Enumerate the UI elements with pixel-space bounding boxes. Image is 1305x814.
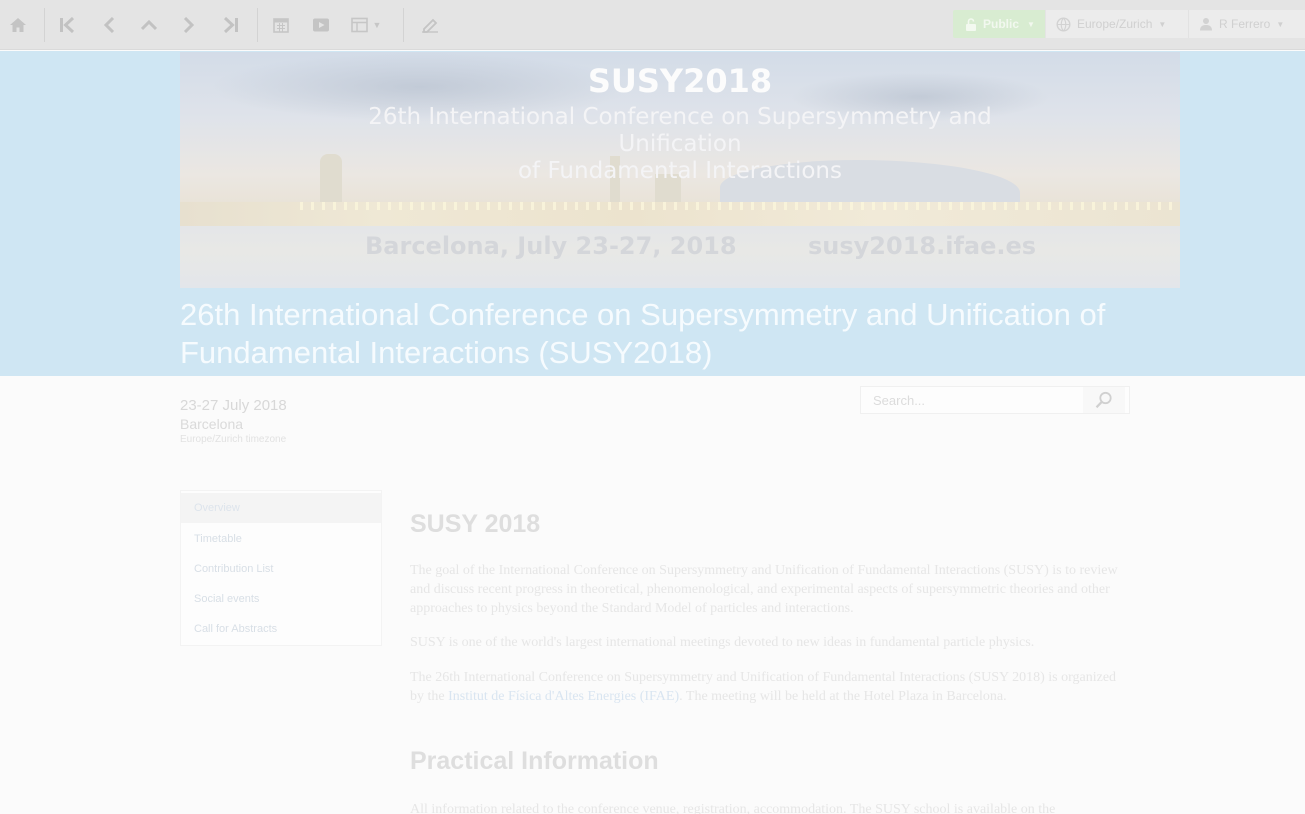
protection-dropdown[interactable]: Public ▼ [953, 10, 1045, 38]
first-page-button[interactable] [49, 7, 85, 43]
chevron-down-icon: ▼ [372, 20, 382, 30]
up-button[interactable] [131, 7, 167, 43]
next-button[interactable] [171, 7, 207, 43]
layout-menu-button[interactable]: ▼ [343, 7, 389, 43]
event-date: 23-27 July 2018 [180, 397, 287, 414]
edit-icon [422, 18, 438, 33]
menu-item-social-events[interactable]: Social events [181, 584, 381, 614]
chevron-down-icon: ▼ [1027, 19, 1035, 29]
home-button[interactable] [0, 7, 36, 43]
previous-button[interactable] [91, 7, 127, 43]
ifae-link[interactable]: Institut de Física d'Altes Energies (IFA… [448, 689, 679, 704]
menu-item-call-for-abstracts[interactable]: Call for Abstracts [181, 614, 381, 644]
layout-icon [350, 17, 368, 33]
banner-url: susy2018.ifae.es [808, 232, 1037, 260]
video-button[interactable] [303, 7, 339, 43]
search-icon [1095, 391, 1112, 409]
top-toolbar: ▼ Public ▼ Europe/Zurich ▼ R Ferrero ▼ [0, 0, 1305, 50]
chevron-down-icon: ▼ [1276, 19, 1285, 29]
menu-item-contribution-list[interactable]: Contribution List [181, 554, 381, 584]
timezone-dropdown[interactable]: Europe/Zurich ▼ [1046, 10, 1188, 38]
search-button[interactable] [1083, 387, 1125, 413]
first-page-icon [60, 17, 75, 33]
next-icon [183, 17, 195, 33]
content-heading: SUSY 2018 [410, 510, 541, 538]
user-dropdown[interactable]: R Ferrero ▼ [1188, 10, 1305, 38]
last-page-icon [223, 17, 238, 33]
event-side-menu: Overview Timetable Contribution List Soc… [180, 490, 382, 646]
up-icon [141, 19, 157, 31]
protection-label: Public [983, 17, 1020, 31]
event-location: Barcelona [180, 416, 244, 432]
practical-info-heading: Practical Information [410, 747, 659, 775]
menu-item-overview[interactable]: Overview [181, 493, 381, 523]
search-input[interactable] [861, 387, 1083, 413]
banner-subtitle-line: of Fundamental Interactions [517, 158, 842, 184]
edit-button[interactable] [412, 7, 448, 43]
chevron-down-icon: ▼ [1158, 19, 1167, 29]
practical-info-paragraph: All information related to the conferenc… [410, 802, 1056, 814]
unlock-icon [965, 17, 977, 31]
previous-icon [103, 17, 115, 33]
video-icon [313, 18, 329, 32]
menu-item-timetable[interactable]: Timetable [181, 524, 381, 554]
user-icon [1199, 17, 1213, 31]
event-title: 26th International Conference on Supersy… [180, 297, 1106, 370]
paragraph-text: . The meeting will be held at the Hotel … [679, 689, 1007, 704]
banner-location-date: Barcelona, July 23-27, 2018 [365, 232, 737, 260]
banner-title: SUSY2018 [587, 62, 773, 100]
globe-icon [1056, 16, 1071, 32]
organizer-paragraph: The 26th International Conference on Sup… [410, 668, 1128, 706]
description-paragraph: SUSY is one of the world's largest inter… [410, 635, 1035, 650]
last-page-button[interactable] [213, 7, 249, 43]
description-paragraph: The goal of the International Conference… [410, 563, 1118, 616]
timezone-label: Europe/Zurich [1077, 17, 1153, 31]
banner-subtitle-line: 26th International Conference on Supersy… [368, 104, 992, 157]
calendar-icon [273, 18, 289, 33]
calendar-button[interactable] [263, 7, 299, 43]
home-icon [10, 18, 26, 32]
search-form [860, 386, 1130, 414]
banner-subtitle: 26th International Conference on Supersy… [310, 104, 1050, 185]
conference-banner-image: SUSY2018 26th International Conference o… [180, 52, 1180, 288]
user-label: R Ferrero [1219, 17, 1271, 31]
event-timezone: Europe/Zurich timezone [180, 434, 287, 445]
